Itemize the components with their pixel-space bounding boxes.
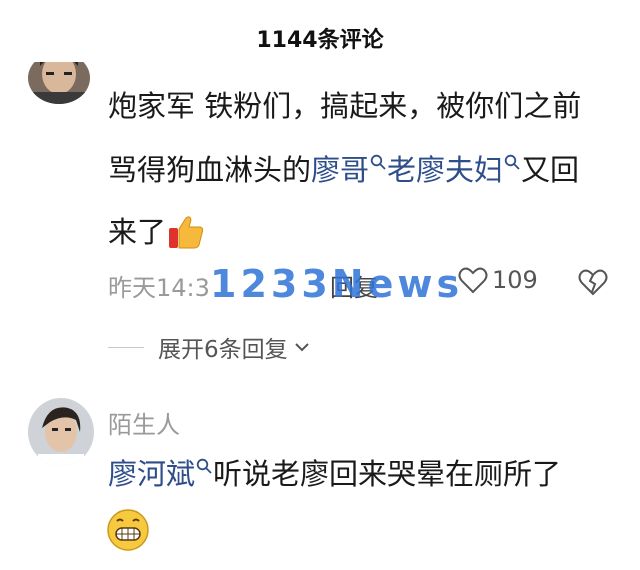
comment-text: 来了	[108, 215, 167, 249]
link-text: 廖河斌	[108, 457, 196, 491]
thumbs-up-emoji-icon	[169, 216, 204, 249]
comment-time: 昨天14:3	[108, 274, 210, 302]
comment-text-line: 炮家军 铁粉们，搞起来，被你们之前	[108, 86, 581, 126]
comments-header: 1144条评论	[0, 0, 640, 62]
search-link-liao-he-bin[interactable]: 廖河斌	[108, 457, 213, 491]
comment-text: 听说老廖回来哭晕在厕所了	[213, 457, 562, 491]
broken-heart-icon	[578, 269, 608, 296]
comment-text: 炮家军 铁粉们，搞起来，被你们之前	[108, 89, 582, 123]
grin-emoji-icon	[106, 508, 150, 556]
link-text: 廖哥	[311, 153, 370, 187]
like-count: 109	[492, 266, 538, 294]
chevron-down-icon	[294, 343, 309, 352]
expand-replies-button[interactable]: 展开6条回复	[108, 330, 312, 364]
comment-text-line: 廖河斌 听说老廖回来哭晕在厕所了	[108, 454, 561, 494]
dislike-button[interactable]	[578, 268, 608, 302]
search-icon	[370, 154, 386, 170]
search-link-lao-liao-fufu[interactable]: 老廖夫妇	[387, 153, 521, 187]
search-icon	[196, 458, 212, 474]
comment-text-line: 来了	[108, 212, 206, 252]
watermark: 1233News	[210, 262, 464, 306]
comment-text: 又回	[521, 153, 580, 187]
divider	[108, 346, 144, 348]
username[interactable]: 陌生人	[108, 405, 180, 440]
search-link-liao-ge[interactable]: 廖哥	[311, 153, 387, 187]
avatar[interactable]	[28, 398, 94, 466]
like-button[interactable]: 109	[458, 266, 538, 294]
comment-text: 骂得狗血淋头的	[108, 153, 312, 187]
comment-count-title: 1144条评论	[256, 28, 384, 53]
heart-icon	[458, 267, 488, 294]
comment-text-line: 骂得狗血淋头的廖哥 老廖夫妇 又回	[108, 150, 579, 190]
search-icon	[504, 154, 520, 170]
expand-replies-label: 展开6条回复	[158, 337, 288, 363]
link-text: 老廖夫妇	[387, 153, 504, 187]
